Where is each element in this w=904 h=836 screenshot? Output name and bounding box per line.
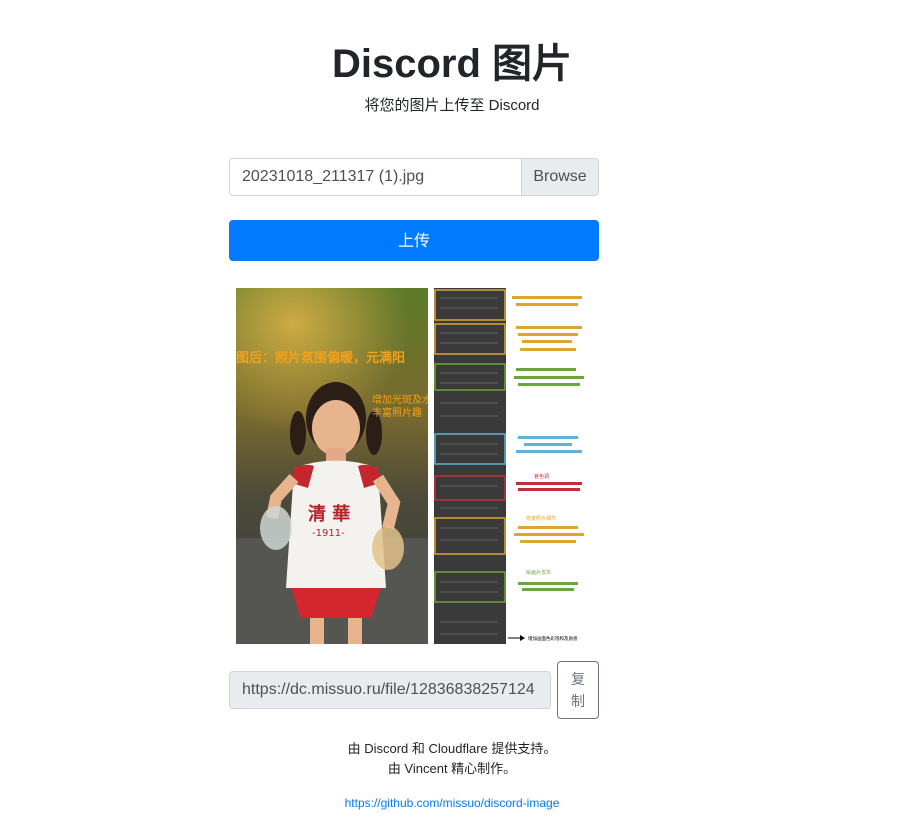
note-2: 恢复照片细节 bbox=[526, 515, 556, 522]
copy-button[interactable]: 复制 bbox=[557, 661, 599, 719]
github-link[interactable]: https://github.com/missuo/discord-image bbox=[345, 796, 560, 810]
result-url-group: https://dc.missuo.ru/file/12836838257124… bbox=[229, 661, 599, 719]
uploaded-image-preview: 清 華 -1911- 图后：照片氛围偏暖，元满阳 增加光斑及水 丰富照片趣 官色… bbox=[236, 288, 592, 644]
preview-caption-2: 增加光斑及水 bbox=[372, 393, 432, 406]
selected-file-name[interactable]: 20231018_211317 (1).jpg bbox=[230, 159, 521, 195]
footer-credits: 由 Vincent 精心制作。 bbox=[387, 761, 517, 776]
file-input-group[interactable]: 20231018_211317 (1).jpg Browse bbox=[229, 158, 599, 196]
result-url-field[interactable]: https://dc.missuo.ru/file/12836838257124 bbox=[229, 671, 551, 709]
shirt-year: -1911- bbox=[312, 528, 345, 539]
note-1: 官色调 bbox=[534, 473, 549, 480]
preview-caption-3: 丰富照片趣 bbox=[372, 406, 422, 419]
page-title: Discord 图片 bbox=[331, 42, 573, 86]
footer-powered-by: 由 Discord 和 Cloudflare 提供支持。 bbox=[347, 741, 557, 756]
browse-button[interactable]: Browse bbox=[521, 159, 598, 195]
preview-image: 清 華 -1911- 图后：照片氛围偏暖，元满阳 增加光斑及水 丰富照片趣 官色… bbox=[236, 288, 592, 644]
footer-link-container: https://github.com/missuo/discord-image bbox=[0, 795, 904, 811]
shirt-text: 清 華 bbox=[308, 503, 350, 525]
arrow-note: 增加画面色彩饱和及质感 bbox=[528, 635, 578, 642]
upload-button[interactable]: 上传 bbox=[229, 220, 599, 261]
page: Discord 图片 将您的图片上传至 Discord 20231018_211… bbox=[0, 0, 904, 836]
preview-caption-1: 图后：照片氛围偏暖，元满阳 bbox=[236, 350, 405, 366]
note-3: 绘画片去灰 bbox=[526, 569, 551, 576]
page-subtitle: 将您的图片上传至 Discord bbox=[364, 97, 540, 114]
